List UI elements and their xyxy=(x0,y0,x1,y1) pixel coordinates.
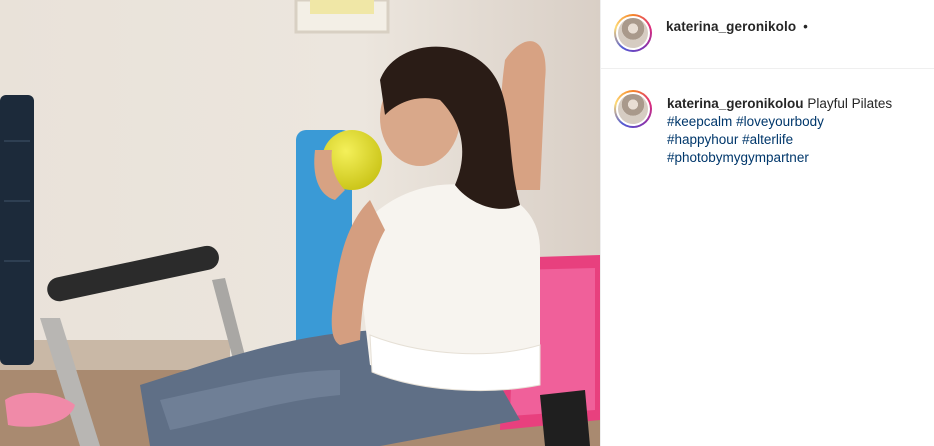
header-username[interactable]: katerina_geronikolo xyxy=(666,19,796,34)
avatar-border xyxy=(616,16,650,50)
caption-avatar[interactable] xyxy=(614,90,652,128)
profile-picture-icon xyxy=(618,18,648,48)
header-username-row: katerina_geronikolo • xyxy=(666,19,808,34)
post-photo[interactable] xyxy=(0,0,600,446)
pilates-photo-illustration xyxy=(0,0,600,446)
caption-username[interactable]: katerina_geronikolou xyxy=(667,96,804,111)
avatar-border xyxy=(616,92,650,126)
hashtag-link[interactable]: #alterlife xyxy=(742,132,793,147)
hashtag-link[interactable]: #keepcalm xyxy=(667,114,732,129)
profile-picture-icon xyxy=(618,94,648,124)
hashtag-link[interactable]: #happyhour xyxy=(667,132,738,147)
header-avatar[interactable] xyxy=(614,14,652,52)
caption-body: Playful Pilates xyxy=(807,96,893,111)
header-separator: • xyxy=(803,19,808,34)
post-header: katerina_geronikolo • xyxy=(601,0,934,69)
hashtag-link[interactable]: #loveyourbody xyxy=(736,114,824,129)
caption-text: katerina_geronikolou Playful Pilates #ke… xyxy=(667,95,917,167)
post-side-panel: katerina_geronikolo • katerina_geronikol… xyxy=(600,0,934,446)
hashtag-link[interactable]: #photobymygympartner xyxy=(667,150,809,165)
